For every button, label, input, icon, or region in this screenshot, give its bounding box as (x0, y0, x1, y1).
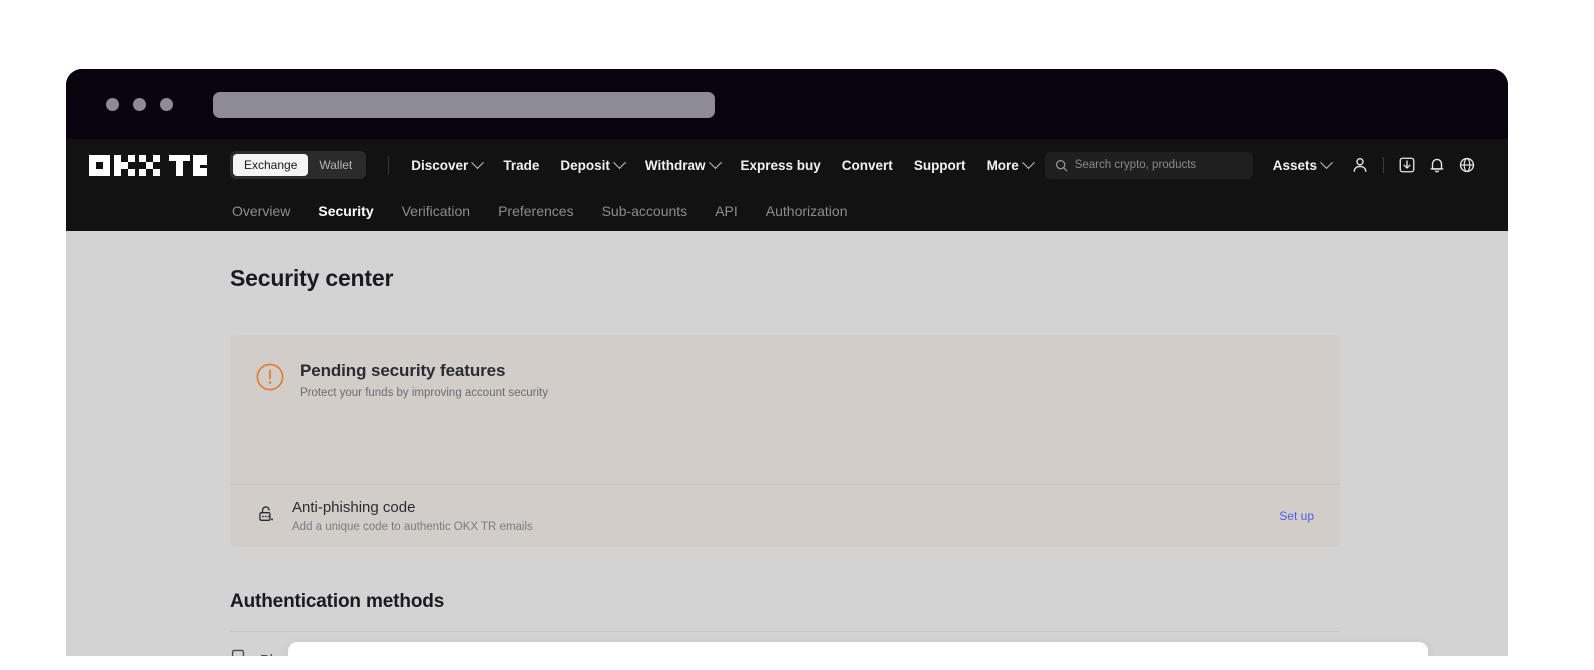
security-row-title: Anti-phishing code (292, 499, 416, 516)
profile-icon (1353, 158, 1367, 172)
language-button[interactable] (1452, 150, 1482, 180)
exchange-wallet-toggle[interactable]: Exchange Wallet (230, 151, 367, 179)
nav-label-support: Support (913, 157, 966, 173)
content-container: Security center Pending security feature… (66, 265, 1508, 656)
profile-button[interactable] (1345, 150, 1375, 180)
nav-item-support[interactable]: Support (914, 158, 966, 173)
subnav-item-security[interactable]: Security (318, 203, 373, 219)
subnav-item-sub-accounts[interactable]: Sub-accounts (602, 203, 688, 219)
browser-window: Exchange Wallet Discover Trade Deposit W… (66, 69, 1508, 656)
pending-security-text: Pending security features Protect your f… (300, 361, 548, 399)
chevron-down-icon (613, 155, 626, 169)
nav-item-deposit[interactable]: Deposit (560, 155, 626, 173)
chevron-down-icon (1320, 155, 1333, 169)
nav-item-discover[interactable]: Discover (411, 155, 485, 173)
download-icon (1399, 157, 1415, 173)
pending-security-title: Pending security features (300, 361, 506, 380)
setup-link-anti-phishing-code[interactable]: Set up (1279, 509, 1314, 523)
address-bar[interactable] (213, 92, 715, 118)
notifications-button[interactable] (1422, 150, 1452, 180)
assets-label: Assets (1272, 157, 1317, 173)
search-placeholder: Search crypto, products (1074, 159, 1197, 171)
subnav-item-verification[interactable]: Verification (402, 203, 470, 219)
nav-label-trade: Trade (503, 157, 540, 173)
highlighted-authenticator-app-card[interactable]: Authenticator app Get authentication cod… (288, 642, 1428, 656)
warning-exclamation-icon (256, 363, 284, 396)
nav-item-more[interactable]: More (986, 155, 1035, 173)
toggle-option-exchange[interactable]: Exchange (233, 154, 309, 176)
download-app-button[interactable] (1392, 150, 1422, 180)
minimize-window-button[interactable] (133, 98, 146, 111)
nav-label-deposit: Deposit (560, 157, 610, 173)
phone-icon (230, 649, 246, 656)
chevron-down-icon (708, 155, 722, 169)
screenshot-root: Exchange Wallet Discover Trade Deposit W… (0, 0, 1594, 670)
okx-tr-logo[interactable] (89, 154, 207, 176)
chevron-down-icon (1021, 155, 1035, 169)
subnav-item-preferences[interactable]: Preferences (498, 203, 573, 219)
close-window-button[interactable] (106, 98, 119, 111)
assets-menu[interactable]: Assets (1272, 155, 1333, 173)
subnav-item-api[interactable]: API (715, 203, 738, 219)
maximize-window-button[interactable] (160, 98, 173, 111)
security-row-anti-phishing-code[interactable]: Anti-phishing code Add a unique code to … (230, 484, 1340, 547)
header-right-cluster: Search crypto, products Assets (1044, 150, 1508, 180)
nav-item-convert[interactable]: Convert (842, 158, 893, 173)
search-input[interactable]: Search crypto, products (1044, 151, 1253, 179)
language-globe-icon (1459, 157, 1475, 173)
nav-item-withdraw[interactable]: Withdraw (644, 155, 722, 173)
security-row-text: Anti-phishing code Add a unique code to … (292, 499, 533, 533)
nav-label-convert: Convert (841, 157, 893, 173)
primary-nav: Discover Trade Deposit Withdraw Express … (411, 155, 1035, 173)
authentication-methods-title: Authentication methods (230, 591, 445, 612)
search-icon (1055, 159, 1068, 171)
pending-security-panel: Pending security features Protect your f… (230, 335, 1340, 547)
nav-item-trade[interactable]: Trade (503, 158, 539, 173)
header-icon-divider (1383, 157, 1384, 173)
page-body: Security center Pending security feature… (66, 231, 1508, 656)
subnav-item-overview[interactable]: Overview (232, 203, 290, 219)
nav-item-express-buy[interactable]: Express buy (741, 158, 821, 173)
security-row-subtitle: Add a unique code to authentic OKX TR em… (292, 521, 533, 533)
account-subnav: Overview Security Verification Preferenc… (66, 191, 1508, 231)
site-header: Exchange Wallet Discover Trade Deposit W… (66, 139, 1508, 191)
nav-label-withdraw: Withdraw (644, 157, 706, 173)
pending-security-subtitle: Protect your funds by improving account … (300, 387, 549, 399)
notification-bell-icon (1430, 158, 1444, 173)
toggle-option-wallet[interactable]: Wallet (308, 154, 363, 176)
header-divider (388, 156, 390, 174)
page-title: Security center (230, 265, 394, 291)
nav-label-more: More (986, 157, 1019, 173)
browser-titlebar (66, 69, 1508, 139)
nav-label-express-buy: Express buy (740, 157, 821, 173)
nav-label-discover: Discover (411, 157, 469, 173)
pending-security-header: Pending security features Protect your f… (230, 335, 1340, 421)
window-traffic-lights (106, 98, 173, 111)
subnav-item-authorization[interactable]: Authorization (766, 203, 848, 219)
unlock-dots-icon (256, 504, 276, 529)
chevron-down-icon (471, 155, 485, 169)
